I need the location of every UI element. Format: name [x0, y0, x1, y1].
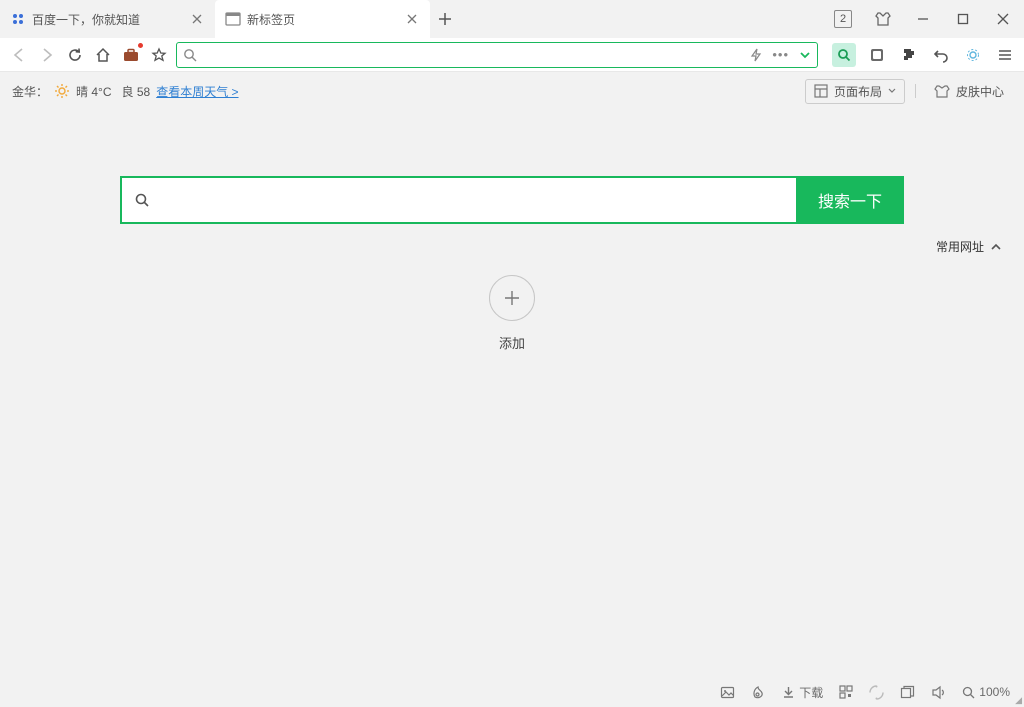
zoom-control[interactable]: 100%	[962, 685, 1010, 699]
window-minimize-button[interactable]	[904, 3, 942, 35]
sun-icon	[54, 83, 70, 99]
tab-counter-button[interactable]: 2	[824, 3, 862, 35]
download-button[interactable]: 下载	[782, 684, 823, 701]
search-icon	[183, 48, 197, 62]
add-tile-label: 添加	[499, 333, 525, 352]
layout-label: 页面布局	[834, 83, 882, 100]
refresh-alt-button[interactable]	[962, 44, 984, 66]
window-close-button[interactable]	[984, 3, 1022, 35]
addressbar-actions: •••	[750, 47, 811, 62]
weather-link[interactable]: 查看本周天气 >	[156, 83, 238, 100]
tab-counter: 2	[834, 10, 852, 28]
extensions-button[interactable]	[898, 44, 920, 66]
toolbar: •••	[0, 38, 1024, 72]
quick-search-button[interactable]	[832, 43, 856, 67]
newtab-content: 搜索一下 常用网址 添加	[0, 110, 1024, 677]
chevron-up-icon	[990, 242, 1002, 252]
layout-icon	[814, 84, 828, 98]
quick-links-header: 常用网址	[0, 224, 1024, 255]
shirt-icon	[934, 84, 950, 98]
newtab-favicon-icon	[225, 11, 241, 27]
multiwindow-button[interactable]	[900, 685, 915, 700]
tab-baidu[interactable]: 百度一下，你就知道	[0, 0, 215, 38]
more-icon[interactable]: •••	[772, 47, 789, 62]
window-maximize-button[interactable]	[944, 3, 982, 35]
resize-grip-icon[interactable]: ◢	[1012, 695, 1022, 705]
translate-button[interactable]	[869, 685, 884, 700]
search-icon	[134, 192, 150, 208]
search-input[interactable]	[150, 192, 784, 208]
quick-links-label: 常用网址	[936, 238, 984, 255]
titlebar: 百度一下，你就知道 新标签页 2	[0, 0, 1024, 38]
window-controls: 2	[824, 0, 1024, 38]
add-tile: 添加	[489, 275, 535, 352]
speed-button[interactable]	[751, 685, 766, 700]
tab-title: 百度一下，你就知道	[32, 11, 183, 28]
skin-center-button[interactable]: 皮肤中心	[926, 80, 1012, 103]
tab-title: 新标签页	[247, 11, 398, 28]
volume-button[interactable]	[931, 685, 946, 700]
reload-button[interactable]	[64, 44, 86, 66]
wardrobe-icon[interactable]	[864, 3, 902, 35]
flash-icon[interactable]	[750, 48, 762, 62]
favorites-button[interactable]	[148, 44, 170, 66]
info-bar: 金华： 晴 4°C 良 58 查看本周天气 > 页面布局 皮肤中心	[0, 72, 1024, 110]
search-button-label: 搜索一下	[818, 188, 882, 212]
weather-text: 晴 4°C	[76, 83, 111, 100]
tab-newtab[interactable]: 新标签页	[215, 0, 430, 38]
search-button[interactable]: 搜索一下	[796, 176, 904, 224]
briefcase-button[interactable]	[120, 44, 142, 66]
home-button[interactable]	[92, 44, 114, 66]
engine-dropdown-icon[interactable]	[799, 49, 811, 61]
status-bar: 下载 100%	[0, 677, 1024, 707]
air-quality-text: 良 58	[122, 83, 151, 100]
tab-strip: 百度一下，你就知道 新标签页	[0, 0, 460, 38]
undo-button[interactable]	[930, 44, 952, 66]
sidebar-button[interactable]	[866, 44, 888, 66]
qrcode-button[interactable]	[839, 685, 853, 699]
address-bar[interactable]: •••	[176, 42, 818, 68]
hamburger-menu-button[interactable]	[994, 44, 1016, 66]
toolbar-right	[824, 43, 1016, 67]
skin-label: 皮肤中心	[956, 83, 1004, 100]
new-tab-button[interactable]	[430, 0, 460, 38]
tab-close-icon[interactable]	[404, 11, 420, 27]
caret-down-icon	[888, 88, 896, 94]
baidu-favicon-icon	[10, 11, 26, 27]
city-label: 金华：	[12, 83, 48, 100]
main-search: 搜索一下	[120, 176, 904, 224]
search-box[interactable]	[120, 176, 796, 224]
zoom-value: 100%	[979, 685, 1010, 699]
screenshot-button[interactable]	[720, 685, 735, 700]
tab-close-icon[interactable]	[189, 11, 205, 27]
quick-links-toggle[interactable]: 常用网址	[936, 238, 1002, 255]
download-label: 下载	[799, 684, 823, 701]
nav-back-button[interactable]	[8, 44, 30, 66]
layout-dropdown[interactable]: 页面布局	[805, 79, 905, 104]
divider	[915, 84, 916, 98]
add-tile-button[interactable]	[489, 275, 535, 321]
notification-dot-icon	[137, 42, 144, 49]
nav-forward-button[interactable]	[36, 44, 58, 66]
